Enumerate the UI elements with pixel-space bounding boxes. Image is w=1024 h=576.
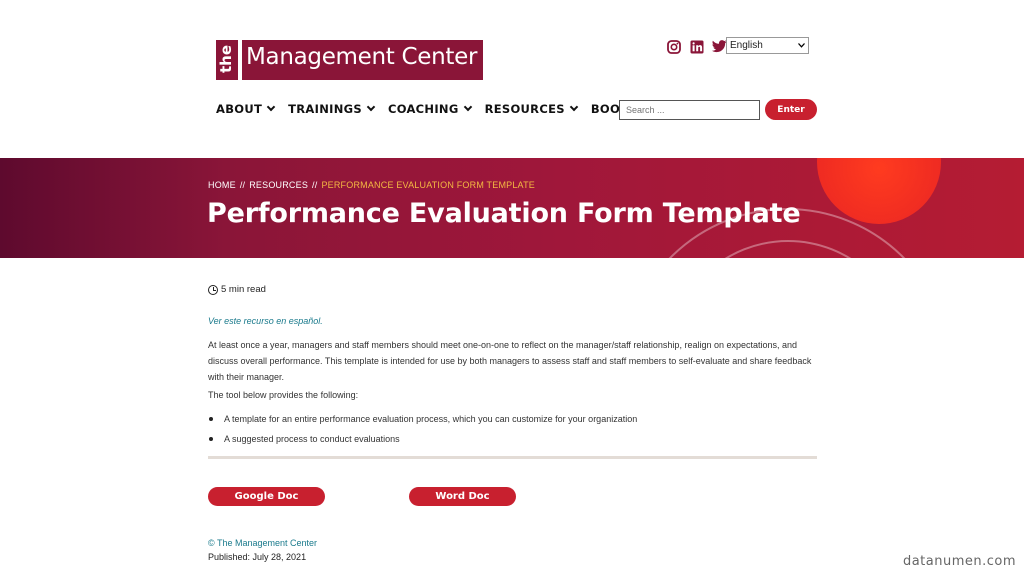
chevron-down-icon [366, 102, 376, 112]
social-links [666, 39, 727, 54]
language-select[interactable]: English [726, 37, 809, 54]
tool-intro: The tool below provides the following: [208, 390, 359, 400]
breadcrumb-resources[interactable]: RESOURCES [249, 180, 308, 190]
list-item: A template for an entire performance eva… [208, 413, 820, 433]
chevron-down-icon [463, 102, 472, 112]
twitter-icon[interactable] [712, 39, 727, 54]
chevron-down-icon [569, 102, 579, 112]
word-doc-button[interactable]: Word Doc [409, 487, 516, 506]
spanish-version-link[interactable]: Ver este recurso en español. [208, 316, 820, 326]
divider [208, 456, 817, 459]
breadcrumb-separator: // [312, 180, 318, 190]
chevron-down-icon [266, 102, 276, 112]
read-time-label: 5 min read [221, 284, 266, 295]
linkedin-icon[interactable] [689, 39, 704, 54]
list-item: A suggested process to conduct evaluatio… [208, 433, 820, 453]
nav-item-label: RESOURCES [484, 102, 565, 116]
google-doc-button[interactable]: Google Doc [208, 487, 325, 506]
nav-item-label: TRAININGS [288, 102, 362, 116]
site-logo[interactable]: the Management Center [216, 40, 484, 80]
copyright-link[interactable]: © The Management Center [208, 538, 820, 548]
enter-button[interactable]: Enter [765, 99, 817, 120]
logo-text: Management Center [242, 40, 484, 80]
feature-list: A template for an entire performance eva… [208, 413, 820, 453]
intro-paragraph: At least once a year, managers and staff… [208, 340, 812, 382]
decorative-circle [817, 158, 941, 224]
search-input[interactable] [619, 100, 760, 120]
breadcrumb-current: PERFORMANCE EVALUATION FORM TEMPLATE [321, 180, 535, 190]
nav-item-trainings[interactable]: TRAININGS [288, 102, 376, 116]
page-banner: HOME // RESOURCES // PERFORMANCE EVALUAT… [0, 158, 1024, 258]
nav-item-resources[interactable]: RESOURCES [484, 102, 579, 116]
page-title: Performance Evaluation Form Template [207, 198, 801, 229]
read-time: 5 min read [208, 284, 266, 295]
breadcrumb-home[interactable]: HOME [208, 180, 236, 190]
chevron-down-icon [798, 43, 805, 48]
clock-icon [208, 284, 218, 295]
nav-item-coaching[interactable]: COACHING [387, 102, 472, 116]
instagram-icon[interactable] [666, 39, 681, 54]
nav-item-label: ABOUT [216, 102, 263, 116]
nav-item-about[interactable]: ABOUT [216, 102, 276, 116]
breadcrumb-separator: // [239, 180, 246, 190]
published-date: Published: July 28, 2021 [208, 552, 307, 562]
logo-the: the [216, 40, 238, 80]
breadcrumb: HOME // RESOURCES // PERFORMANCE EVALUAT… [208, 180, 535, 190]
watermark: datanumen.com [902, 554, 1016, 569]
nav-item-label: COACHING [387, 102, 459, 116]
language-select-value: English [730, 40, 763, 51]
main-nav: ABOUT TRAININGS COACHING RESOURCES BOOK [216, 102, 629, 116]
